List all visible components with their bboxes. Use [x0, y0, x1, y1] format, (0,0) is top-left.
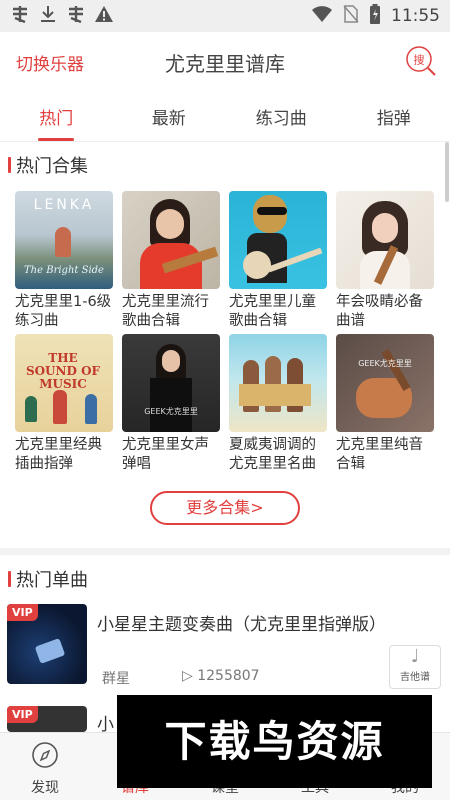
collection-card[interactable]: THE SOUND OF MUSIC 尤克里里经典插曲指弹 — [15, 334, 113, 474]
search-icon-label: 搜 — [414, 53, 425, 67]
collection-card[interactable]: LENKA The Bright Side 尤克里里1-6级练习曲 — [15, 191, 113, 331]
tab-fingerstyle[interactable]: 指弹 — [338, 90, 450, 141]
tab-hot[interactable]: 热门 — [0, 90, 113, 141]
collection-cover: GEEK尤克里里 — [122, 334, 220, 432]
collection-name: 尤克里里儿童歌曲合辑 — [229, 294, 316, 329]
battery-icon — [369, 4, 381, 28]
song-item[interactable]: VIP 小星星主题变奏曲（尤克里里指弹版） 群星 ▷ 1255807 ♩ 吉他谱 — [0, 604, 450, 689]
category-tabs: 热门 最新 练习曲 指弹 — [0, 90, 450, 142]
cover-title: LENKA — [33, 197, 95, 213]
collection-card[interactable]: 尤克里里儿童歌曲合辑 — [229, 191, 327, 331]
more-collections-button[interactable]: 更多合集> — [150, 491, 300, 525]
scrollbar[interactable] — [445, 142, 449, 202]
collection-name: 尤克里里纯音合辑 — [336, 437, 423, 472]
download-icon — [38, 4, 58, 28]
collection-name: 年会吸睛必备曲谱 — [336, 294, 423, 329]
collection-cover — [336, 191, 434, 289]
search-button[interactable]: 搜 — [404, 44, 436, 76]
collection-name: 尤克里里女声弹唱 — [122, 437, 209, 472]
tag-label: 吉他谱 — [400, 672, 430, 683]
cover-title: THE SOUND OF MUSIC — [25, 351, 101, 391]
switch-instrument-button[interactable]: 切换乐器 — [16, 50, 84, 75]
collection-name: 夏威夷调调的尤克里里名曲 — [229, 437, 316, 472]
collection-cover — [229, 334, 327, 432]
vip-badge: VIP — [7, 604, 38, 621]
status-bar: 11:55 — [0, 0, 450, 32]
collection-cover: THE SOUND OF MUSIC — [15, 334, 113, 432]
collection-card[interactable]: 夏威夷调调的尤克里里名曲 — [229, 334, 327, 474]
guitar-tab-button[interactable]: ♩ 吉他谱 — [389, 645, 441, 689]
song-title: 小星星主题变奏曲（尤克里里指弹版） — [97, 615, 386, 635]
collection-cover — [229, 191, 327, 289]
song-thumbnail: VIP — [7, 706, 87, 732]
tab-etudes[interactable]: 练习曲 — [225, 90, 338, 141]
clock: 11:55 — [391, 6, 440, 26]
song-thumbnail: VIP — [7, 604, 87, 684]
notification-icon — [66, 4, 86, 28]
vip-badge: VIP — [7, 706, 38, 723]
collection-cover: GEEK尤克里里 — [336, 334, 434, 432]
play-count-value: 1255807 — [197, 668, 260, 684]
collection-card[interactable]: 尤克里里流行歌曲合辑 — [122, 191, 220, 331]
collection-name: 尤克里里流行歌曲合辑 — [122, 294, 209, 329]
collection-name: 尤克里里经典插曲指弹 — [15, 437, 102, 472]
collection-name: 尤克里里1-6级练习曲 — [15, 294, 112, 329]
music-note-icon: ♩ — [410, 646, 420, 667]
collection-card[interactable]: GEEK尤克里里 尤克里里女声弹唱 — [122, 334, 220, 474]
watermark-overlay: 下载鸟资源 — [117, 695, 432, 788]
cover-title: GEEK尤克里里 — [144, 407, 198, 416]
no-sim-icon — [343, 5, 359, 27]
collection-cover — [122, 191, 220, 289]
wifi-icon — [311, 5, 333, 27]
notification-icon — [10, 4, 30, 28]
nav-discover[interactable]: 发现 — [0, 733, 90, 800]
section-title-singles: 热门单曲 — [8, 566, 88, 592]
app-header: 切换乐器 尤克里里谱库 搜 — [0, 32, 450, 90]
song-artist: 群星 — [102, 671, 130, 687]
play-icon: ▷ — [182, 668, 193, 684]
play-count: ▷ 1255807 — [182, 668, 260, 684]
nav-label: 发现 — [31, 780, 59, 796]
compass-icon — [32, 742, 58, 768]
section-divider — [0, 548, 450, 555]
search-icon: 搜 — [406, 46, 436, 76]
warning-icon — [94, 4, 114, 28]
collection-card[interactable]: GEEK尤克里里 尤克里里纯音合辑 — [336, 334, 434, 474]
collection-card[interactable]: 年会吸睛必备曲谱 — [336, 191, 434, 331]
tab-latest[interactable]: 最新 — [113, 90, 226, 141]
cover-subtitle: The Bright Side — [24, 265, 104, 276]
collection-cover: LENKA The Bright Side — [15, 191, 113, 289]
cover-title: GEEK尤克里里 — [358, 359, 412, 368]
section-title-collections: 热门合集 — [8, 152, 88, 178]
